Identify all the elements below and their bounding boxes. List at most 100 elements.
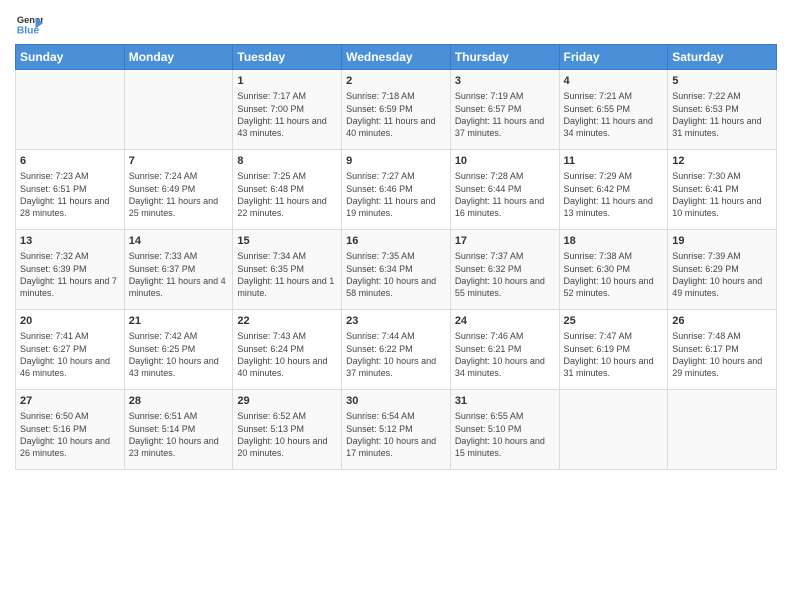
day-number: 22 bbox=[237, 314, 337, 329]
calendar-cell: 10Sunrise: 7:28 AM Sunset: 6:44 PM Dayli… bbox=[450, 150, 559, 230]
logo-icon: General Blue bbox=[15, 10, 43, 38]
calendar-week-4: 20Sunrise: 7:41 AM Sunset: 6:27 PM Dayli… bbox=[16, 310, 777, 390]
day-number: 24 bbox=[455, 314, 555, 329]
calendar-cell: 5Sunrise: 7:22 AM Sunset: 6:53 PM Daylig… bbox=[668, 70, 777, 150]
calendar-cell: 1Sunrise: 7:17 AM Sunset: 7:00 PM Daylig… bbox=[233, 70, 342, 150]
calendar-cell: 11Sunrise: 7:29 AM Sunset: 6:42 PM Dayli… bbox=[559, 150, 668, 230]
day-info: Sunrise: 7:27 AM Sunset: 6:46 PM Dayligh… bbox=[346, 170, 446, 219]
day-info: Sunrise: 6:52 AM Sunset: 5:13 PM Dayligh… bbox=[237, 410, 337, 459]
col-header-friday: Friday bbox=[559, 45, 668, 70]
calendar-cell: 28Sunrise: 6:51 AM Sunset: 5:14 PM Dayli… bbox=[124, 390, 233, 470]
calendar-cell: 17Sunrise: 7:37 AM Sunset: 6:32 PM Dayli… bbox=[450, 230, 559, 310]
calendar-header-row: SundayMondayTuesdayWednesdayThursdayFrid… bbox=[16, 45, 777, 70]
day-info: Sunrise: 7:21 AM Sunset: 6:55 PM Dayligh… bbox=[564, 90, 664, 139]
calendar-cell: 22Sunrise: 7:43 AM Sunset: 6:24 PM Dayli… bbox=[233, 310, 342, 390]
col-header-thursday: Thursday bbox=[450, 45, 559, 70]
calendar-cell: 2Sunrise: 7:18 AM Sunset: 6:59 PM Daylig… bbox=[342, 70, 451, 150]
day-info: Sunrise: 7:46 AM Sunset: 6:21 PM Dayligh… bbox=[455, 330, 555, 379]
day-number: 3 bbox=[455, 74, 555, 89]
calendar-cell: 14Sunrise: 7:33 AM Sunset: 6:37 PM Dayli… bbox=[124, 230, 233, 310]
calendar-cell: 25Sunrise: 7:47 AM Sunset: 6:19 PM Dayli… bbox=[559, 310, 668, 390]
day-number: 8 bbox=[237, 154, 337, 169]
day-info: Sunrise: 7:32 AM Sunset: 6:39 PM Dayligh… bbox=[20, 250, 120, 299]
header: General Blue bbox=[15, 10, 777, 38]
calendar-cell: 4Sunrise: 7:21 AM Sunset: 6:55 PM Daylig… bbox=[559, 70, 668, 150]
day-info: Sunrise: 7:41 AM Sunset: 6:27 PM Dayligh… bbox=[20, 330, 120, 379]
day-info: Sunrise: 7:24 AM Sunset: 6:49 PM Dayligh… bbox=[129, 170, 229, 219]
col-header-sunday: Sunday bbox=[16, 45, 125, 70]
day-info: Sunrise: 7:19 AM Sunset: 6:57 PM Dayligh… bbox=[455, 90, 555, 139]
page: General Blue SundayMondayTuesdayWednesda… bbox=[0, 0, 792, 480]
day-info: Sunrise: 7:35 AM Sunset: 6:34 PM Dayligh… bbox=[346, 250, 446, 299]
day-info: Sunrise: 6:55 AM Sunset: 5:10 PM Dayligh… bbox=[455, 410, 555, 459]
day-number: 9 bbox=[346, 154, 446, 169]
calendar-cell: 12Sunrise: 7:30 AM Sunset: 6:41 PM Dayli… bbox=[668, 150, 777, 230]
day-info: Sunrise: 7:17 AM Sunset: 7:00 PM Dayligh… bbox=[237, 90, 337, 139]
day-info: Sunrise: 6:51 AM Sunset: 5:14 PM Dayligh… bbox=[129, 410, 229, 459]
col-header-wednesday: Wednesday bbox=[342, 45, 451, 70]
day-number: 21 bbox=[129, 314, 229, 329]
day-number: 7 bbox=[129, 154, 229, 169]
day-number: 20 bbox=[20, 314, 120, 329]
calendar-cell bbox=[559, 390, 668, 470]
day-number: 25 bbox=[564, 314, 664, 329]
day-number: 1 bbox=[237, 74, 337, 89]
day-info: Sunrise: 7:25 AM Sunset: 6:48 PM Dayligh… bbox=[237, 170, 337, 219]
day-number: 18 bbox=[564, 234, 664, 249]
day-number: 6 bbox=[20, 154, 120, 169]
day-info: Sunrise: 7:22 AM Sunset: 6:53 PM Dayligh… bbox=[672, 90, 772, 139]
calendar-cell: 13Sunrise: 7:32 AM Sunset: 6:39 PM Dayli… bbox=[16, 230, 125, 310]
day-info: Sunrise: 6:50 AM Sunset: 5:16 PM Dayligh… bbox=[20, 410, 120, 459]
calendar-cell: 23Sunrise: 7:44 AM Sunset: 6:22 PM Dayli… bbox=[342, 310, 451, 390]
day-number: 11 bbox=[564, 154, 664, 169]
calendar-cell: 20Sunrise: 7:41 AM Sunset: 6:27 PM Dayli… bbox=[16, 310, 125, 390]
day-info: Sunrise: 7:33 AM Sunset: 6:37 PM Dayligh… bbox=[129, 250, 229, 299]
day-info: Sunrise: 7:42 AM Sunset: 6:25 PM Dayligh… bbox=[129, 330, 229, 379]
day-number: 30 bbox=[346, 394, 446, 409]
day-number: 14 bbox=[129, 234, 229, 249]
day-info: Sunrise: 7:37 AM Sunset: 6:32 PM Dayligh… bbox=[455, 250, 555, 299]
calendar-cell: 24Sunrise: 7:46 AM Sunset: 6:21 PM Dayli… bbox=[450, 310, 559, 390]
col-header-monday: Monday bbox=[124, 45, 233, 70]
day-info: Sunrise: 7:43 AM Sunset: 6:24 PM Dayligh… bbox=[237, 330, 337, 379]
calendar-cell: 8Sunrise: 7:25 AM Sunset: 6:48 PM Daylig… bbox=[233, 150, 342, 230]
calendar-cell: 7Sunrise: 7:24 AM Sunset: 6:49 PM Daylig… bbox=[124, 150, 233, 230]
col-header-tuesday: Tuesday bbox=[233, 45, 342, 70]
day-info: Sunrise: 7:47 AM Sunset: 6:19 PM Dayligh… bbox=[564, 330, 664, 379]
calendar-cell: 9Sunrise: 7:27 AM Sunset: 6:46 PM Daylig… bbox=[342, 150, 451, 230]
calendar-week-1: 1Sunrise: 7:17 AM Sunset: 7:00 PM Daylig… bbox=[16, 70, 777, 150]
day-number: 17 bbox=[455, 234, 555, 249]
day-number: 19 bbox=[672, 234, 772, 249]
calendar-cell: 18Sunrise: 7:38 AM Sunset: 6:30 PM Dayli… bbox=[559, 230, 668, 310]
calendar-cell: 16Sunrise: 7:35 AM Sunset: 6:34 PM Dayli… bbox=[342, 230, 451, 310]
day-info: Sunrise: 7:30 AM Sunset: 6:41 PM Dayligh… bbox=[672, 170, 772, 219]
calendar-week-5: 27Sunrise: 6:50 AM Sunset: 5:16 PM Dayli… bbox=[16, 390, 777, 470]
col-header-saturday: Saturday bbox=[668, 45, 777, 70]
calendar-cell: 21Sunrise: 7:42 AM Sunset: 6:25 PM Dayli… bbox=[124, 310, 233, 390]
day-info: Sunrise: 7:34 AM Sunset: 6:35 PM Dayligh… bbox=[237, 250, 337, 299]
day-info: Sunrise: 7:29 AM Sunset: 6:42 PM Dayligh… bbox=[564, 170, 664, 219]
day-info: Sunrise: 7:23 AM Sunset: 6:51 PM Dayligh… bbox=[20, 170, 120, 219]
calendar-week-2: 6Sunrise: 7:23 AM Sunset: 6:51 PM Daylig… bbox=[16, 150, 777, 230]
day-number: 28 bbox=[129, 394, 229, 409]
day-number: 4 bbox=[564, 74, 664, 89]
day-info: Sunrise: 7:48 AM Sunset: 6:17 PM Dayligh… bbox=[672, 330, 772, 379]
calendar-cell bbox=[16, 70, 125, 150]
day-number: 10 bbox=[455, 154, 555, 169]
calendar-cell: 30Sunrise: 6:54 AM Sunset: 5:12 PM Dayli… bbox=[342, 390, 451, 470]
day-number: 16 bbox=[346, 234, 446, 249]
day-number: 12 bbox=[672, 154, 772, 169]
day-number: 15 bbox=[237, 234, 337, 249]
day-number: 13 bbox=[20, 234, 120, 249]
day-info: Sunrise: 7:38 AM Sunset: 6:30 PM Dayligh… bbox=[564, 250, 664, 299]
calendar-cell: 29Sunrise: 6:52 AM Sunset: 5:13 PM Dayli… bbox=[233, 390, 342, 470]
calendar-cell: 6Sunrise: 7:23 AM Sunset: 6:51 PM Daylig… bbox=[16, 150, 125, 230]
calendar-cell: 26Sunrise: 7:48 AM Sunset: 6:17 PM Dayli… bbox=[668, 310, 777, 390]
day-info: Sunrise: 6:54 AM Sunset: 5:12 PM Dayligh… bbox=[346, 410, 446, 459]
day-number: 5 bbox=[672, 74, 772, 89]
calendar-cell: 31Sunrise: 6:55 AM Sunset: 5:10 PM Dayli… bbox=[450, 390, 559, 470]
day-info: Sunrise: 7:39 AM Sunset: 6:29 PM Dayligh… bbox=[672, 250, 772, 299]
calendar-cell: 27Sunrise: 6:50 AM Sunset: 5:16 PM Dayli… bbox=[16, 390, 125, 470]
logo: General Blue bbox=[15, 10, 43, 38]
day-number: 31 bbox=[455, 394, 555, 409]
